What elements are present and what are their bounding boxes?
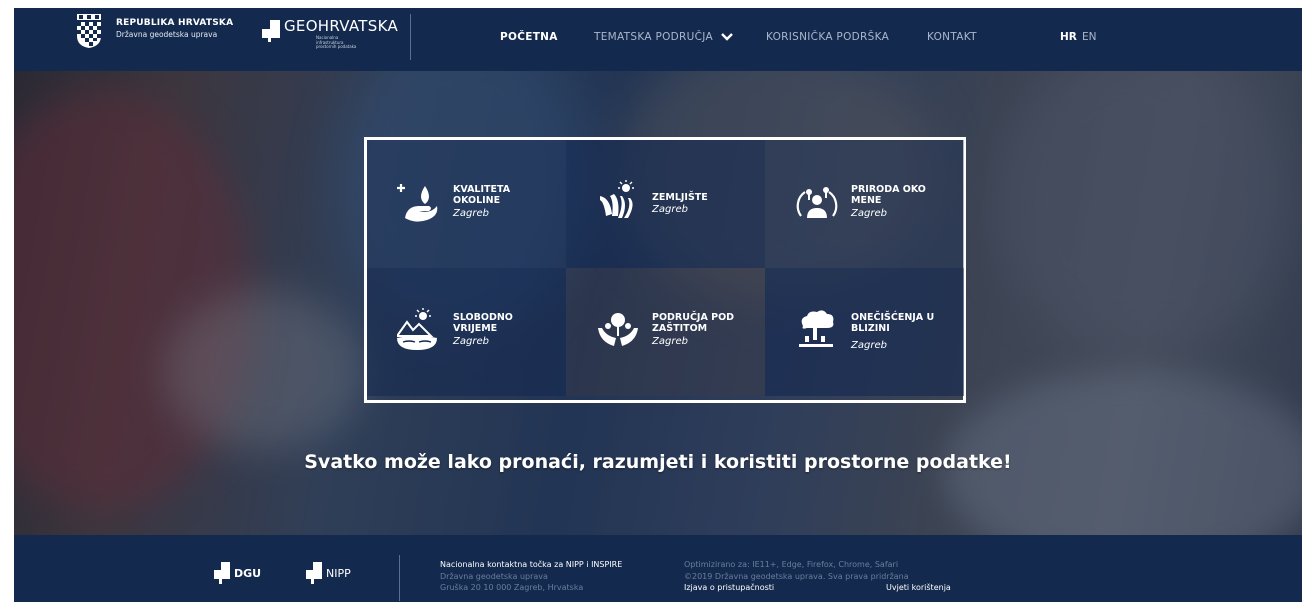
geohrvatska-logo-subtitle: Nacionalna infrastruktura prostornih pod… xyxy=(316,35,362,50)
tile-title: PRIRODA OKO MENE xyxy=(851,184,926,206)
nav-tematska-label: TEMATSKA PODRUČJA xyxy=(594,31,713,43)
agency-name: Državna geodetska uprava xyxy=(116,30,218,39)
person-nature-icon xyxy=(796,187,838,218)
contact-address: Gruška 20 10 000 Zagreb, Hrvatska xyxy=(440,583,584,592)
tile-zemljiste[interactable]: ZEMLJIŠTE Zagreb xyxy=(566,140,765,268)
tile-city: Zagreb xyxy=(851,340,887,351)
tile-title: KVALITETA OKOLINE xyxy=(453,184,511,206)
thematic-tiles-grid: KVALITETA OKOLINE Zagreb ZEMLJIŠTE Zagre… xyxy=(364,137,966,403)
terms-of-use-link[interactable]: Uvjeti korištenja xyxy=(886,583,951,592)
dgu-logo-icon[interactable] xyxy=(214,562,230,584)
footer-info: Optimizirano za: IE11+, Edge, Firefox, C… xyxy=(684,559,909,582)
tile-city: Zagreb xyxy=(652,336,688,347)
site-header: REPUBLIKA HRVATSKA Državna geodetska upr… xyxy=(14,8,1302,71)
contact-agency: Državna geodetska uprava xyxy=(440,571,548,581)
protected-tree-icon xyxy=(598,313,638,346)
tile-title: PODRUČJA POD ZAŠTITOM xyxy=(652,312,735,334)
hero-tagline: Svatko može lako pronaći, razumjeti i ko… xyxy=(304,451,1012,473)
accessibility-statement-link[interactable]: Izjava o pristupačnosti xyxy=(684,583,774,592)
site-footer: DGU NIPP Nacionalna kontaktna točka za N… xyxy=(14,535,1302,602)
tile-title: SLOBODNO VRIJEME xyxy=(453,312,513,334)
hero-section: KVALITETA OKOLINE Zagreb ZEMLJIŠTE Zagre… xyxy=(14,71,1302,535)
nav-pocetna[interactable]: POČETNA xyxy=(500,31,558,43)
tile-title: ONEČIŠĆENJA U BLIZINI xyxy=(851,312,935,334)
footer-divider xyxy=(399,555,400,601)
tile-oneciscenja-u-blizini[interactable]: ONEČIŠĆENJA U BLIZINI Zagreb xyxy=(765,268,964,396)
field-sun-icon xyxy=(600,180,634,218)
tile-title: ZEMLJIŠTE xyxy=(652,192,708,203)
tile-kvaliteta-okoline[interactable]: KVALITETA OKOLINE Zagreb xyxy=(367,140,566,268)
browser-support: Optimizirano za: IE11+, Edge, Firefox, C… xyxy=(684,560,899,569)
nav-tematska-podrucja[interactable]: TEMATSKA PODRUČJA xyxy=(594,31,733,43)
tile-city: Zagreb xyxy=(851,208,887,219)
tile-city: Zagreb xyxy=(453,208,489,219)
language-hr[interactable]: HR xyxy=(1060,31,1077,43)
nipp-logo-text[interactable]: NIPP xyxy=(326,567,351,580)
nav-kontakt[interactable]: KONTAKT xyxy=(927,31,977,43)
header-divider xyxy=(410,14,411,60)
tile-city: Zagreb xyxy=(453,336,489,347)
geo-sub-line-2: prostornih podataka xyxy=(316,44,357,49)
croatian-coat-of-arms-icon[interactable] xyxy=(76,14,102,48)
tile-podrucja-pod-zastitom[interactable]: PODRUČJA POD ZAŠTITOM Zagreb xyxy=(566,268,765,396)
page-frame: REPUBLIKA HRVATSKA Državna geodetska upr… xyxy=(14,8,1302,602)
tile-city: Zagreb xyxy=(652,204,688,215)
geohrvatska-logo-title[interactable]: GEOHRVATSKA xyxy=(284,17,398,35)
nipp-logo-icon[interactable] xyxy=(306,562,322,584)
hand-drop-icon xyxy=(397,184,438,222)
contact-title: Nacionalna kontaktna točka za NIPP i INS… xyxy=(440,560,623,569)
chevron-down-icon xyxy=(720,33,733,41)
nav-korisnicka-podrska[interactable]: KORISNIČKA PODRŠKA xyxy=(766,31,889,43)
factory-smoke-icon xyxy=(799,310,834,347)
tile-priroda-oko-mene[interactable]: PRIRODA OKO MENE Zagreb xyxy=(765,140,964,268)
mountain-lake-icon xyxy=(397,308,437,350)
tile-slobodno-vrijeme[interactable]: SLOBODNO VRIJEME Zagreb xyxy=(367,268,566,396)
language-en[interactable]: EN xyxy=(1082,31,1097,43)
geohrvatska-logo-icon[interactable] xyxy=(262,20,280,42)
footer-contact: Nacionalna kontaktna točka za NIPP i INS… xyxy=(440,559,622,594)
copyright: ©2019 Državna geodetska uprava. Sva prav… xyxy=(684,571,909,581)
government-logo-text[interactable]: REPUBLIKA HRVATSKA Državna geodetska upr… xyxy=(116,18,233,40)
dgu-logo-text[interactable]: DGU xyxy=(234,567,261,580)
country-name: REPUBLIKA HRVATSKA xyxy=(116,18,234,28)
